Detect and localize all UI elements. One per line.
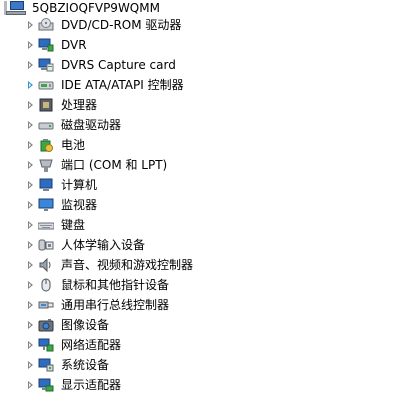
tree-item-label: 监视器 bbox=[61, 198, 98, 212]
tree-item-system-devices[interactable]: 系统设备 bbox=[27, 355, 109, 375]
monitor-network-icon bbox=[38, 37, 54, 53]
expand-arrow-icon[interactable] bbox=[27, 40, 35, 50]
tree-item-label: 电池 bbox=[61, 138, 86, 152]
speaker-icon bbox=[38, 257, 54, 273]
tree-item-label: 网络适配器 bbox=[61, 338, 122, 352]
expand-arrow-icon[interactable] bbox=[27, 360, 35, 370]
tree-item-ports[interactable]: 端口 (COM 和 LPT) bbox=[27, 155, 167, 175]
disk-drive-icon bbox=[38, 117, 54, 133]
processor-icon bbox=[38, 97, 54, 113]
tree-item-imaging-devices[interactable]: 图像设备 bbox=[27, 315, 109, 335]
tree-item-label: DVR bbox=[61, 38, 87, 52]
tree-item-dvrs-capture-card[interactable]: DVRS Capture card bbox=[27, 55, 176, 75]
expand-arrow-icon[interactable] bbox=[27, 300, 35, 310]
tree-item-label: 人体学输入设备 bbox=[61, 238, 146, 252]
expand-arrow-icon[interactable] bbox=[27, 120, 35, 130]
expand-arrow-icon[interactable] bbox=[27, 260, 35, 270]
tree-item-keyboard[interactable]: 键盘 bbox=[27, 215, 85, 235]
tree-item-label: 计算机 bbox=[61, 178, 98, 192]
camera-icon bbox=[38, 317, 54, 333]
capture-card-icon bbox=[38, 57, 54, 73]
tree-root[interactable]: 5QBZIOQFVP9WQMM bbox=[4, 0, 160, 16]
tree-item-label: 键盘 bbox=[61, 218, 86, 232]
ide-controller-icon bbox=[38, 77, 54, 93]
tree-item-label: 图像设备 bbox=[61, 318, 110, 332]
tree-item-label: DVRS Capture card bbox=[61, 58, 176, 72]
tree-item-dvd-cdrom[interactable]: DVD/CD-ROM 驱动器 bbox=[27, 15, 181, 35]
tree-item-label: 声音、视频和游戏控制器 bbox=[61, 258, 194, 272]
tree-item-hid[interactable]: 人体学输入设备 bbox=[27, 235, 145, 255]
tree-item-display-adapters[interactable]: 显示适配器 bbox=[27, 375, 121, 395]
expand-arrow-icon[interactable] bbox=[27, 320, 35, 330]
tree-item-monitor[interactable]: 监视器 bbox=[27, 195, 97, 215]
expand-arrow-icon[interactable] bbox=[27, 60, 35, 70]
tree-item-label: DVD/CD-ROM 驱动器 bbox=[61, 18, 182, 32]
tree-item-label: 磁盘驱动器 bbox=[61, 118, 122, 132]
system-device-icon bbox=[38, 357, 54, 373]
tree-item-label: 端口 (COM 和 LPT) bbox=[61, 158, 168, 172]
keyboard-icon bbox=[38, 217, 54, 233]
battery-icon bbox=[38, 137, 54, 153]
tree-item-label: 系统设备 bbox=[61, 358, 110, 372]
computer-icon bbox=[4, 1, 26, 15]
network-adapter-icon bbox=[38, 337, 54, 353]
usb-icon bbox=[38, 297, 54, 313]
dvd-drive-icon bbox=[38, 17, 54, 33]
expand-arrow-icon[interactable] bbox=[27, 160, 35, 170]
tree-item-label: 显示适配器 bbox=[61, 378, 122, 392]
tree-item-disk-drive[interactable]: 磁盘驱动器 bbox=[27, 115, 121, 135]
tree-item-sound-video-game[interactable]: 声音、视频和游戏控制器 bbox=[27, 255, 193, 275]
expand-arrow-icon[interactable] bbox=[27, 220, 35, 230]
hid-icon bbox=[38, 237, 54, 253]
mouse-icon bbox=[38, 277, 54, 293]
tree-item-label: IDE ATA/ATAPI 控制器 bbox=[61, 78, 184, 92]
computer-icon bbox=[38, 177, 54, 193]
expand-arrow-icon[interactable] bbox=[27, 80, 35, 90]
tree-root-label: 5QBZIOQFVP9WQMM bbox=[32, 1, 160, 15]
tree-item-usb-controller[interactable]: 通用串行总线控制器 bbox=[27, 295, 169, 315]
expand-arrow-icon[interactable] bbox=[27, 280, 35, 290]
tree-item-computer[interactable]: 计算机 bbox=[27, 175, 97, 195]
display-adapter-icon bbox=[38, 377, 54, 393]
port-icon bbox=[38, 157, 54, 173]
tree-item-label: 处理器 bbox=[61, 98, 98, 112]
tree-item-mouse[interactable]: 鼠标和其他指针设备 bbox=[27, 275, 169, 295]
expand-arrow-icon[interactable] bbox=[27, 100, 35, 110]
monitor-icon bbox=[38, 197, 54, 213]
tree-item-dvr[interactable]: DVR bbox=[27, 35, 87, 55]
expand-arrow-icon[interactable] bbox=[27, 340, 35, 350]
expand-arrow-icon[interactable] bbox=[27, 140, 35, 150]
tree-item-processor[interactable]: 处理器 bbox=[27, 95, 97, 115]
expand-arrow-icon[interactable] bbox=[27, 380, 35, 390]
expand-arrow-icon[interactable] bbox=[27, 180, 35, 190]
expand-arrow-icon[interactable] bbox=[27, 20, 35, 30]
tree-item-battery[interactable]: 电池 bbox=[27, 135, 85, 155]
tree-item-label: 通用串行总线控制器 bbox=[61, 298, 170, 312]
expand-arrow-icon[interactable] bbox=[27, 240, 35, 250]
tree-item-network-adapters[interactable]: 网络适配器 bbox=[27, 335, 121, 355]
expand-arrow-icon[interactable] bbox=[27, 200, 35, 210]
tree-item-label: 鼠标和其他指针设备 bbox=[61, 278, 170, 292]
device-tree: 5QBZIOQFVP9WQMM DVD/CD-ROM 驱动器 DVR DVRS … bbox=[0, 0, 400, 416]
tree-item-ide-controller[interactable]: IDE ATA/ATAPI 控制器 bbox=[27, 75, 184, 95]
